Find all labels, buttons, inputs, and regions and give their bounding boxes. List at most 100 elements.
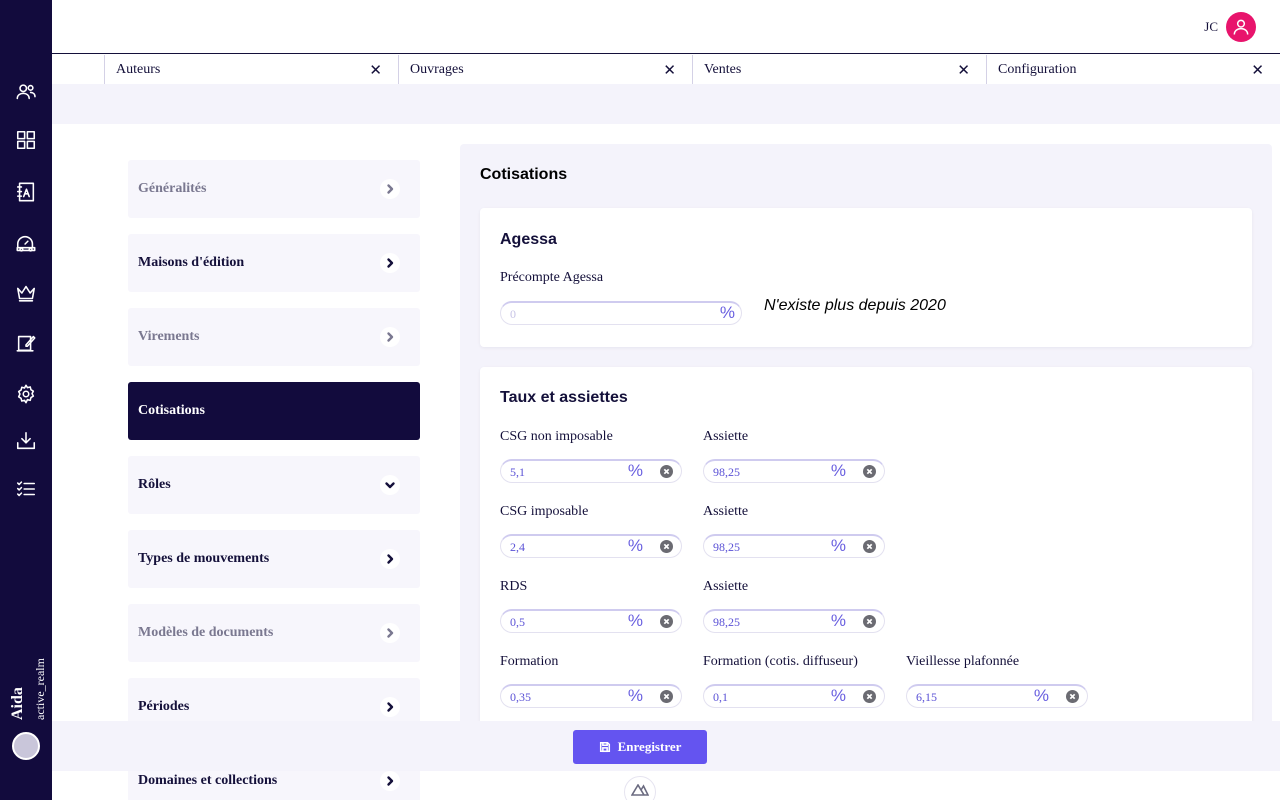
tab-label: Configuration [998, 61, 1077, 77]
subheader-band [52, 84, 1280, 124]
percent-suffix: % [627, 611, 643, 630]
input-value: 6,15 [916, 690, 937, 704]
chevron-right-icon [380, 327, 400, 347]
clear-icon[interactable] [863, 690, 876, 703]
percent-suffix: % [830, 536, 846, 555]
input-value: 98,25 [713, 540, 740, 554]
car-icon[interactable] [13, 231, 39, 257]
input-value: 2,4 [510, 540, 525, 554]
brand: Aida active_realm [6, 650, 48, 730]
close-icon[interactable]: ✕ [1251, 61, 1264, 79]
field-label: Assiette [703, 429, 749, 444]
input-placeholder: 0 [510, 307, 516, 321]
user-avatar-button[interactable] [1226, 12, 1256, 42]
percent-suffix: % [830, 611, 846, 630]
precompte-agessa-input[interactable]: 0 % [500, 301, 742, 325]
formation-input[interactable]: 0,35 % [500, 684, 682, 708]
rds-input[interactable]: 0,5 % [500, 609, 682, 633]
clear-icon[interactable] [660, 615, 673, 628]
dashboard-grid-icon[interactable] [13, 127, 39, 153]
percent-suffix: % [830, 461, 846, 480]
menu-item-maisons-edition[interactable]: Maisons d'édition [128, 234, 420, 292]
users-icon[interactable] [13, 79, 39, 105]
percent-suffix: % [627, 686, 643, 705]
tab-ouvrages[interactable]: Ouvrages ✕ [398, 55, 692, 84]
input-value: 98,25 [713, 465, 740, 479]
field-label: Précompte Agessa [500, 270, 604, 285]
tab-auteurs[interactable]: Auteurs ✕ [104, 55, 398, 84]
clear-icon[interactable] [660, 465, 673, 478]
clear-icon[interactable] [660, 690, 673, 703]
menu-item-label: Généralités [138, 181, 207, 196]
vieillesse-plafonnee-input[interactable]: 6,15 % [906, 684, 1088, 708]
csg-imposable-input[interactable]: 2,4 % [500, 534, 682, 558]
formation-diffuseur-input[interactable]: 0,1 % [703, 684, 885, 708]
agessa-card: Agessa Précompte Agessa 0 % N'existe plu… [480, 208, 1252, 347]
percent-suffix: % [830, 686, 846, 705]
close-icon[interactable]: ✕ [957, 61, 970, 79]
menu-item-roles[interactable]: Rôles [128, 456, 420, 514]
percent-suffix: % [1033, 686, 1049, 705]
chevron-right-icon [380, 253, 400, 273]
save-button-label: Enregistrer [617, 739, 682, 754]
clear-icon[interactable] [1066, 690, 1079, 703]
input-value: 0,5 [510, 615, 525, 629]
percent-suffix: % [627, 461, 643, 480]
clear-icon[interactable] [863, 465, 876, 478]
menu-item-label: Périodes [138, 699, 190, 714]
clear-icon[interactable] [863, 615, 876, 628]
field-label: Formation [500, 654, 559, 669]
agessa-note: N'existe plus depuis 2020 [764, 297, 946, 314]
save-button[interactable]: Enregistrer [573, 730, 707, 764]
nuxt-logo-icon [631, 784, 649, 796]
tab-bar: Auteurs ✕ Ouvrages ✕ Ventes ✕ Configuration… [104, 55, 1280, 84]
crown-icon[interactable] [13, 280, 39, 306]
left-rail: Aida active_realm [0, 0, 52, 800]
menu-item-modeles-documents[interactable]: Modèles de documents [128, 604, 420, 662]
menu-item-types-mouvements[interactable]: Types de mouvements [128, 530, 420, 588]
user-icon [1233, 19, 1249, 35]
devtools-badge[interactable] [624, 776, 656, 800]
app-name: Aida [9, 687, 26, 720]
chevron-down-icon [380, 475, 400, 495]
field-label: CSG imposable [500, 504, 589, 519]
tab-label: Auteurs [116, 61, 161, 77]
tab-label: Ventes [704, 61, 742, 77]
checklist-icon[interactable] [13, 476, 39, 502]
top-header: JC [52, 0, 1280, 54]
tab-configuration[interactable]: Configuration ✕ [986, 55, 1280, 84]
field-label: Formation (cotis. diffuseur) [703, 654, 858, 669]
download-icon[interactable] [13, 428, 39, 454]
menu-item-label: Domaines et collections [138, 773, 278, 788]
realm-avatar[interactable] [12, 732, 40, 760]
panel-title: Cotisations [480, 166, 568, 183]
clear-icon[interactable] [660, 540, 673, 553]
save-icon [599, 741, 610, 753]
input-value: 5,1 [510, 465, 525, 479]
close-icon[interactable]: ✕ [663, 61, 676, 79]
assiette-csg-imposable-input[interactable]: 98,25 % [703, 534, 885, 558]
menu-item-cotisations[interactable]: Cotisations [128, 382, 420, 440]
menu-item-label: Modèles de documents [138, 625, 274, 640]
field-label: RDS [500, 579, 528, 594]
chevron-right-icon [380, 179, 400, 199]
assiette-rds-input[interactable]: 98,25 % [703, 609, 885, 633]
card-title: Taux et assiettes [500, 389, 628, 406]
realm-name: active_realm [33, 658, 47, 720]
assiette-csg-non-imposable-input[interactable]: 98,25 % [703, 459, 885, 483]
csg-non-imposable-input[interactable]: 5,1 % [500, 459, 682, 483]
close-icon[interactable]: ✕ [369, 61, 382, 79]
gear-icon[interactable] [13, 381, 39, 407]
tab-ventes[interactable]: Ventes ✕ [692, 55, 986, 84]
clear-icon[interactable] [863, 540, 876, 553]
contract-sign-icon[interactable] [13, 330, 39, 356]
menu-item-virements[interactable]: Virements [128, 308, 420, 366]
menu-item-generalites[interactable]: Généralités [128, 160, 420, 218]
cotisations-panel: Cotisations Agessa Précompte Agessa 0 % … [460, 144, 1272, 767]
input-value: 0,1 [713, 690, 728, 704]
menu-item-label: Maisons d'édition [138, 255, 245, 270]
input-value: 98,25 [713, 615, 740, 629]
menu-item-label: Cotisations [138, 403, 205, 418]
field-label: Assiette [703, 504, 749, 519]
address-book-icon[interactable] [13, 179, 39, 205]
